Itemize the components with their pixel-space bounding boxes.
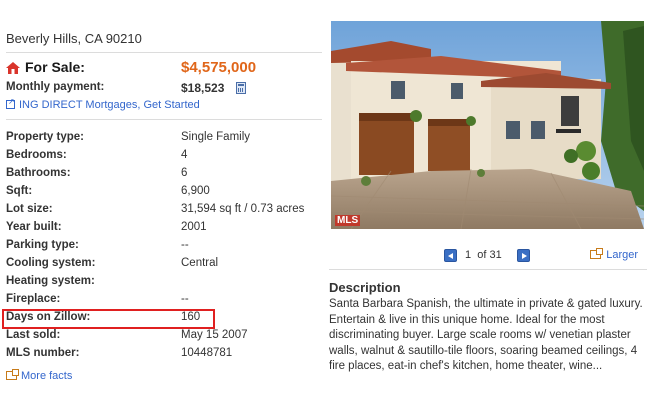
for-sale-label: For Sale: [25,59,85,75]
fact-value: 10448781 [181,347,233,359]
expand-icon [6,369,19,380]
fact-value: 6,900 [181,185,210,197]
fact-label: Property type: [6,131,84,143]
description-title: Description [329,280,401,295]
highlight-box [2,309,215,329]
larger-photo-row[interactable]: Larger [590,248,638,261]
mortgage-link-row[interactable]: ING DIRECT Mortgages, Get Started [6,97,200,111]
fact-value: 4 [181,149,188,161]
divider [6,119,322,120]
fact-value: -- [181,293,189,305]
enlarge-icon [590,248,604,259]
property-photo-image [331,21,644,229]
property-photo[interactable]: MLS [331,21,644,229]
fact-row: Bathrooms: 6 [6,164,326,182]
for-sale-row: For Sale: $4,575,000 [6,59,322,79]
sale-price: $4,575,000 [181,59,257,76]
external-link-icon [6,97,15,109]
fact-row: MLS number: 10448781 [6,344,326,362]
fact-label: Sqft: [6,185,33,197]
fact-label: Bathrooms: [6,167,71,179]
fact-label: Cooling system: [6,257,96,269]
photo-counter: 1 of 31 [465,249,502,261]
fact-label: Bedrooms: [6,149,67,161]
property-address: Beverly Hills, CA 90210 [6,31,142,46]
fact-value: May 15 2007 [181,329,248,341]
fact-row: Property type: Single Family [6,128,326,146]
next-photo-button[interactable] [517,249,530,262]
more-facts-row[interactable]: More facts [6,369,72,382]
divider [6,52,322,53]
listing-details-panel: Beverly Hills, CA 90210 For Sale: $4,575… [0,0,326,401]
fact-row: Sqft: 6,900 [6,182,326,200]
divider [329,269,647,270]
more-facts-link[interactable]: More facts [21,370,72,382]
fact-label: Last sold: [6,329,61,341]
photo-of: of [477,249,487,261]
description-text: Santa Barbara Spanish, the ultimate in p… [329,298,643,373]
fact-row: Cooling system: Central [6,254,326,272]
fact-row: Heating system: [6,272,326,290]
fact-row: Fireplace: -- [6,290,326,308]
fact-label: Fireplace: [6,293,61,305]
larger-photo-link[interactable]: Larger [606,249,638,261]
fact-row: Lot size: 31,594 sq ft / 0.73 acres [6,200,326,218]
fact-value: Single Family [181,131,251,143]
fact-row: Parking type: -- [6,236,326,254]
monthly-payment-value: $18,523 [181,81,225,95]
fact-value: 2001 [181,221,207,233]
media-panel: MLS 1 of 31 Larger Description Santa Bar… [326,0,654,401]
monthly-payment-label: Monthly payment: [6,81,105,93]
fact-row: Bedrooms: 4 [6,146,326,164]
mls-badge: MLS [335,215,361,226]
house-icon [6,62,20,74]
mortgage-link[interactable]: ING DIRECT Mortgages, Get Started [19,99,200,111]
fact-value: 31,594 sq ft / 0.73 acres [181,203,305,215]
fact-value: 6 [181,167,188,179]
fact-label: Lot size: [6,203,53,215]
fact-label: Parking type: [6,239,79,251]
previous-photo-button[interactable] [444,249,457,262]
fact-label: MLS number: [6,347,80,359]
fact-label: Heating system: [6,275,95,287]
photo-total: 31 [489,249,502,261]
photo-pager: 1 of 31 [444,249,544,263]
fact-value: Central [181,257,219,269]
calculator-icon[interactable] [236,82,246,94]
fact-value: -- [181,239,189,251]
photo-current: 1 [465,249,472,261]
fact-label: Year built: [6,221,62,233]
fact-row: Year built: 2001 [6,218,326,236]
